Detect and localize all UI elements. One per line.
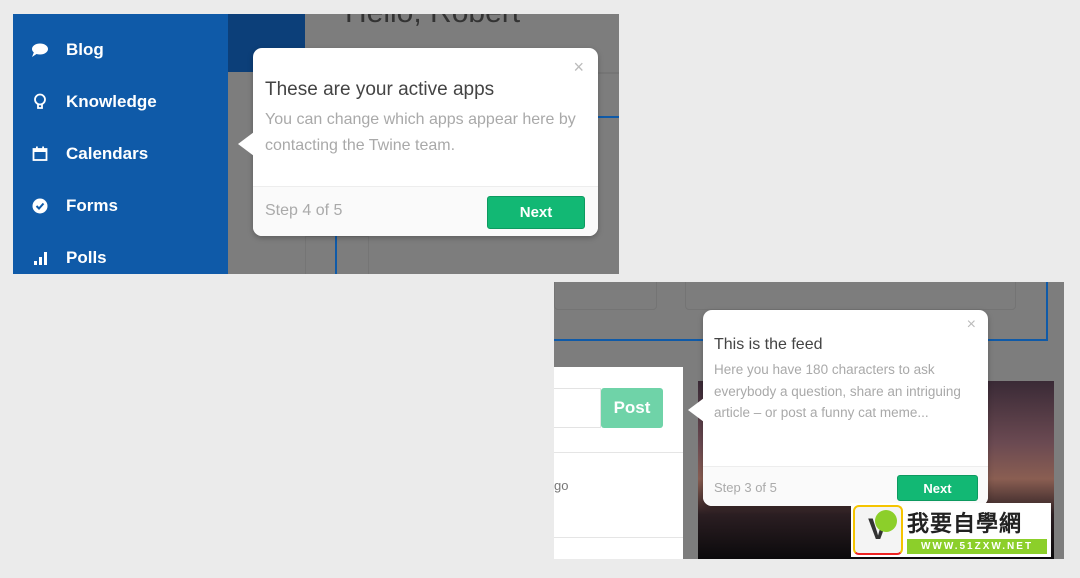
lightbulb-icon: [29, 93, 51, 111]
tooltip-title: These are your active apps: [265, 79, 495, 100]
bar-chart-icon: [29, 249, 51, 267]
next-button[interactable]: Next: [897, 475, 978, 501]
divider: [335, 234, 337, 274]
sidebar-item-label: Calendars: [66, 144, 149, 163]
background-card: [685, 282, 1016, 310]
divider: [1046, 282, 1048, 341]
screenshot-active-apps: Blog Knowledge Calendars Forms Polls × T…: [13, 14, 619, 274]
watermark: V 我要自學網 WWW.51ZXW.NET: [851, 503, 1051, 557]
feed-panel: Post go: [554, 367, 683, 559]
tooltip-footer: Step 3 of 5 Next: [703, 466, 988, 506]
feed-item-text: go: [554, 478, 569, 493]
step-indicator: Step 4 of 5: [265, 202, 343, 219]
tooltip-title: This is the feed: [714, 336, 823, 353]
speech-bubble-icon: [29, 41, 51, 59]
post-input[interactable]: [554, 388, 601, 428]
sidebar-item-polls[interactable]: Polls: [29, 246, 107, 270]
sidebar-item-label: Blog: [66, 40, 104, 59]
page-greeting: Hello, Robert: [345, 14, 520, 30]
watermark-url: WWW.51ZXW.NET: [907, 539, 1047, 554]
tooltip-body: Here you have 180 characters to ask ever…: [714, 362, 961, 420]
background-card: [554, 282, 657, 310]
sidebar-item-label: Forms: [66, 196, 118, 215]
leaf-icon: [875, 510, 897, 532]
tooltip-pointer: [238, 132, 254, 156]
close-icon[interactable]: ×: [967, 316, 976, 334]
sidebar-item-label: Knowledge: [66, 92, 157, 111]
calendar-icon: [29, 145, 51, 163]
tooltip-pointer: [688, 398, 704, 422]
tooltip-body: You can change which apps appear here by…: [265, 111, 576, 154]
check-circle-icon: [29, 197, 51, 215]
tooltip-footer: Step 4 of 5 Next: [253, 186, 598, 236]
step-indicator: Step 3 of 5: [714, 480, 777, 495]
sidebar-item-blog[interactable]: Blog: [29, 38, 104, 62]
onboarding-tooltip: × These are your active apps You can cha…: [238, 48, 598, 236]
sidebar-item-calendars[interactable]: Calendars: [29, 142, 148, 166]
close-icon[interactable]: ×: [573, 57, 584, 78]
sidebar-item-forms[interactable]: Forms: [29, 194, 118, 218]
divider: [554, 452, 683, 453]
divider: [554, 537, 683, 538]
watermark-text: 我要自學網: [907, 511, 1023, 536]
next-button[interactable]: Next: [487, 196, 585, 229]
background-card: [305, 236, 369, 274]
watermark-logo-icon: V: [853, 505, 903, 555]
onboarding-tooltip: × This is the feed Here you have 180 cha…: [688, 310, 988, 506]
sidebar: Blog Knowledge Calendars Forms Polls: [13, 14, 228, 274]
sidebar-item-label: Polls: [66, 248, 107, 267]
post-button[interactable]: Post: [601, 388, 663, 428]
sidebar-item-knowledge[interactable]: Knowledge: [29, 90, 157, 114]
